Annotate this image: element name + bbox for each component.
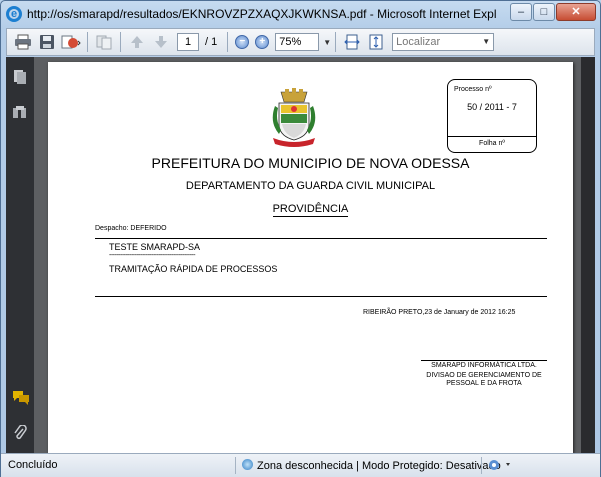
status-bar: Concluído Zona desconhecida | Modo Prote… (1, 453, 600, 477)
paperclip-icon[interactable] (12, 424, 28, 441)
folha-label: Folha nº (479, 140, 505, 147)
attachments-panel-icon[interactable] (12, 105, 28, 121)
collaborate-icon[interactable] (92, 31, 116, 53)
fit-width-icon[interactable] (340, 31, 364, 53)
previous-page-icon[interactable] (125, 31, 149, 53)
status-text: Concluído (8, 459, 58, 471)
toolbar-separator (227, 32, 229, 52)
save-icon[interactable] (35, 31, 59, 53)
status-divider (481, 457, 482, 474)
find-placeholder: Localizar (396, 36, 441, 48)
pdf-toolbar: 1 / 1 − + 75% ▼ Localizar ▼ (6, 28, 595, 56)
zone-text: Zona desconhecida | Modo Protegido: Desa… (257, 460, 501, 472)
divider (448, 136, 536, 137)
next-page-icon[interactable] (149, 31, 173, 53)
print-icon[interactable] (11, 31, 35, 53)
chevron-down-icon[interactable]: ▼ (482, 34, 490, 50)
signature-division: DIVISAO DE GERENCIAMENTO DE PESSOAL E DA… (426, 372, 542, 387)
toolbar-separator (87, 32, 88, 52)
browser-window: e http://os/smarapd/resultados/EKNROVZPZ… (0, 0, 601, 477)
minimize-button[interactable]: – (510, 3, 532, 21)
toolbar-separator (120, 32, 121, 52)
zoom-status-control[interactable] (488, 458, 514, 475)
pdf-page: Processo nº 50 / 2011 - 7 Folha nº PREFE… (48, 62, 573, 453)
toolbar-separator (335, 32, 337, 52)
heading-text: PROVIDÊNCIA (272, 203, 349, 217)
document-title: PREFEITURA DO MUNICIPIO DE NOVA ODESSA (151, 155, 470, 171)
share-icon[interactable] (59, 31, 83, 53)
zoom-out-icon[interactable]: − (235, 35, 250, 49)
fit-page-icon[interactable] (364, 31, 388, 53)
despacho-line: Despacho: DEFERIDO (95, 225, 167, 232)
processo-number: 50 / 2011 - 7 (467, 102, 517, 112)
divider (95, 238, 547, 239)
date-line: RIBEIRÃO PRETO,23 de January de 2012 16:… (363, 309, 516, 316)
status-divider (235, 457, 236, 474)
close-button[interactable]: ✕ (556, 3, 596, 21)
find-input[interactable]: Localizar ▼ (392, 33, 495, 51)
zoom-select[interactable]: 75% (275, 33, 320, 51)
signature-company: SMARAPD INFORMÁTICA LTDA. (431, 362, 537, 369)
pdf-viewer[interactable]: Processo nº 50 / 2011 - 7 Folha nº PREFE… (34, 57, 595, 453)
body-text-line: TESTE SMARAPD-SA (109, 242, 201, 252)
divider (95, 296, 547, 297)
internet-explorer-icon: e (6, 6, 22, 22)
body-text-line: TRAMITAÇÃO RÁPIDA DE PROCESSOS (109, 264, 278, 274)
maximize-button[interactable]: □ (533, 3, 555, 21)
section-heading: PROVIDÊNCIA (48, 203, 573, 217)
dashed-separator: ----------------------------------------… (109, 252, 196, 259)
chevron-down-icon[interactable]: ▼ (323, 38, 331, 47)
page-total: / 1 (205, 36, 218, 48)
comments-icon[interactable] (12, 389, 29, 405)
vertical-scrollbar[interactable] (581, 57, 595, 453)
window-title: http://os/smarapd/resultados/EKNROVZPZXA… (27, 7, 497, 21)
pages-icon[interactable] (12, 69, 28, 85)
processo-label: Processo nº (454, 86, 492, 93)
municipal-crest-logo (267, 88, 321, 150)
processo-box: Processo nº 50 / 2011 - 7 Folha nº (447, 79, 537, 153)
department-title: DEPARTAMENTO DA GUARDA CIVIL MUNICIPAL (185, 180, 436, 192)
page-number-input[interactable]: 1 (177, 33, 199, 51)
signature-line (421, 360, 547, 361)
navigation-panel (6, 57, 34, 453)
globe-icon (242, 459, 253, 470)
zoom-value: 75% (279, 36, 302, 48)
security-zone[interactable]: Zona desconhecida | Modo Protegido: Desa… (242, 459, 501, 472)
zoom-in-icon[interactable]: + (255, 35, 270, 49)
title-bar: e http://os/smarapd/resultados/EKNROVZPZ… (1, 1, 600, 27)
